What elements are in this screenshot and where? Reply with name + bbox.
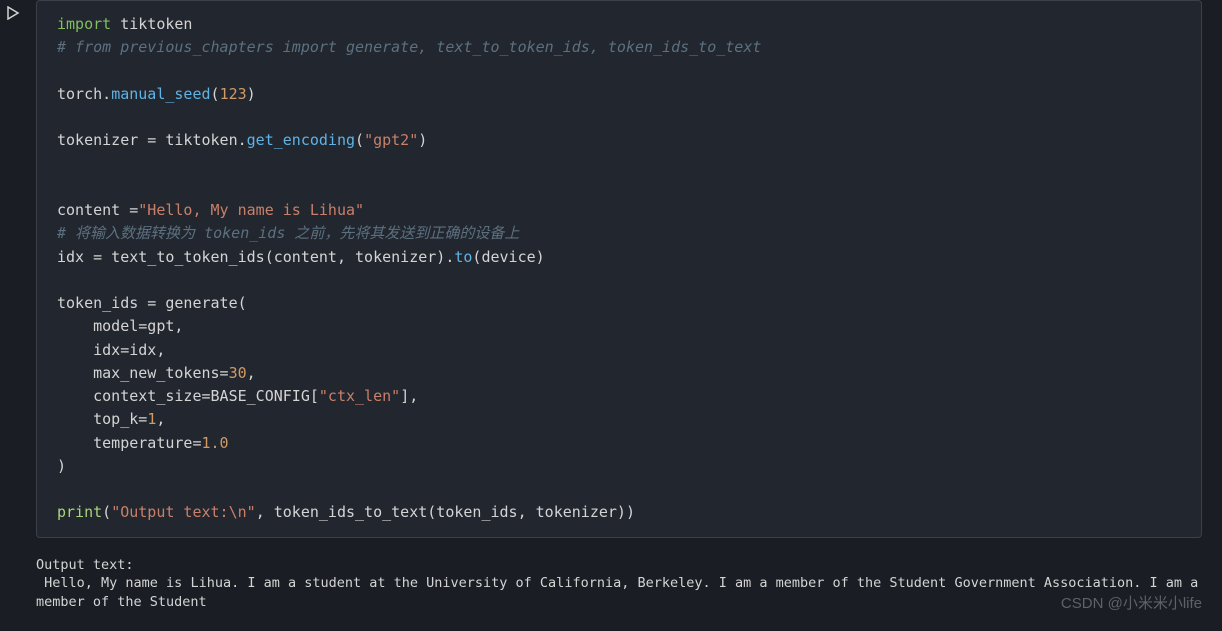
output-line: Output text: (36, 557, 134, 573)
number-literal: 123 (220, 85, 247, 103)
code-text: idx = text_to_token_ids(content, tokeniz… (57, 248, 454, 266)
code-text: torch. (57, 85, 111, 103)
code-cell[interactable]: import tiktoken # from previous_chapters… (36, 0, 1202, 538)
output-line: Hello, My name is Lihua. I am a student … (36, 575, 1206, 610)
code-text: ) (57, 457, 66, 475)
code-text: temperature= (57, 434, 202, 452)
gutter (0, 0, 32, 631)
string-literal: "gpt2" (364, 131, 418, 149)
comment: # 将输入数据转换为 token_ids 之前，先将其发送到正确的设备上 (57, 224, 519, 242)
code-text: context_size=BASE_CONFIG[ (57, 387, 319, 405)
number-literal: 30 (229, 364, 247, 382)
method-call: get_encoding (247, 131, 355, 149)
method-call: to (454, 248, 472, 266)
code-text: content = (57, 201, 138, 219)
code-text: token_ids = generate( (57, 294, 247, 312)
method-call: manual_seed (111, 85, 210, 103)
code-text: max_new_tokens= (57, 364, 229, 382)
string-literal: "ctx_len" (319, 387, 400, 405)
number-literal: 1 (147, 410, 156, 428)
code-text: top_k= (57, 410, 147, 428)
keyword-import: import (57, 15, 111, 33)
module-name: tiktoken (111, 15, 192, 33)
string-literal: "Hello, My name is Lihua" (138, 201, 364, 219)
comment: # from previous_chapters import generate… (57, 38, 761, 56)
output-area: Output text: Hello, My name is Lihua. I … (36, 556, 1222, 613)
number-literal: 1.0 (202, 434, 229, 452)
code-text: model=gpt, (57, 317, 183, 335)
string-literal: "Output text:\n" (111, 503, 256, 521)
code-text: idx=idx, (57, 341, 165, 359)
code-text: tokenizer = tiktoken. (57, 131, 247, 149)
play-icon[interactable] (6, 6, 20, 24)
print-call: print (57, 503, 102, 521)
